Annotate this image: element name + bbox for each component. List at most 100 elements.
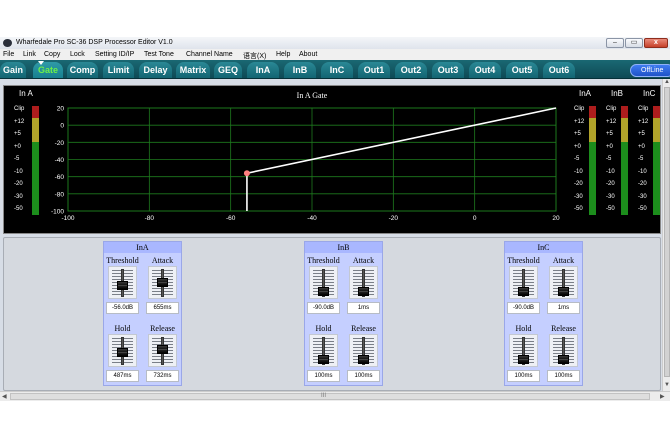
app-logo-icon [3, 39, 12, 47]
horizontal-scrollbar[interactable]: ◀ III ▶ [0, 391, 670, 401]
ina-scale-label: Clip [574, 106, 585, 112]
threshold-value-field[interactable]: -90.0dB [507, 302, 540, 314]
attack-value-field[interactable]: 655ms [146, 302, 179, 314]
menu-copy[interactable]: Copy [44, 51, 60, 58]
attack-fader[interactable] [349, 266, 378, 299]
threshold-fader-knob[interactable] [518, 287, 529, 296]
tab-inc[interactable]: InC [321, 62, 353, 78]
inc-scale-label: -5 [638, 156, 644, 162]
threshold-value-field[interactable]: -56.0dB [106, 302, 139, 314]
inb-scale-label: +12 [606, 118, 617, 125]
scroll-right-icon[interactable]: ▶ [660, 393, 665, 400]
scroll-down-icon[interactable]: ▼ [664, 382, 670, 388]
release-fader-knob[interactable] [558, 354, 569, 364]
hold-value-field[interactable]: 100ms [507, 370, 540, 382]
tab-out4[interactable]: Out4 [469, 62, 501, 78]
horizontal-scroll-thumb[interactable]: III [10, 393, 650, 400]
tab-gain[interactable]: Gain [0, 62, 26, 78]
tab-delay[interactable]: Delay [139, 62, 172, 78]
release-value-field[interactable]: 732ms [146, 370, 179, 382]
gate-graph-panel: In A Clip +12 +5 +0 -5 -10 -20 -30 -50 In A Gate… [3, 85, 661, 234]
maximize-button[interactable]: ▭ [625, 38, 643, 48]
x-tick-label: -80 [145, 215, 155, 222]
release-value-field[interactable]: 100ms [547, 370, 580, 382]
hold-fader[interactable] [108, 334, 137, 367]
close-button[interactable]: x [644, 38, 668, 48]
threshold-label: Threshold [106, 256, 139, 265]
threshold-fader[interactable] [108, 266, 137, 299]
ina-scale-label: -50 [574, 206, 583, 212]
attack-fader[interactable] [549, 266, 578, 299]
inb-scale-label: -50 [606, 206, 615, 212]
menu-lock[interactable]: Lock [70, 51, 85, 58]
release-value-field[interactable]: 100ms [347, 370, 380, 382]
release-fader-knob[interactable] [157, 345, 168, 354]
inb-meter-segment [621, 106, 628, 118]
tab-ina[interactable]: InA [247, 62, 279, 78]
vertical-scrollbar[interactable]: ▲ ▼ [662, 79, 670, 391]
window-title: Wharfedale Pro SC-36 DSP Processor Edito… [16, 39, 173, 46]
tab-out6[interactable]: Out6 [543, 62, 575, 78]
ina-meter-segment [589, 106, 596, 118]
ina-scale-label: +12 [574, 118, 585, 125]
minimize-button[interactable]: – [606, 38, 624, 48]
release-fader[interactable] [349, 334, 378, 367]
menu-test-tone[interactable]: Test Tone [144, 51, 174, 58]
tab-out3[interactable]: Out3 [432, 62, 464, 78]
release-fader-knob[interactable] [358, 354, 369, 364]
threshold-fader-knob[interactable] [117, 281, 128, 290]
tab-out2[interactable]: Out2 [395, 62, 427, 78]
inc-scale-label: -10 [638, 168, 647, 175]
tab-out5[interactable]: Out5 [506, 62, 538, 78]
attack-fader[interactable] [148, 266, 177, 299]
menu-setting-id-ip[interactable]: Setting ID/IP [95, 51, 134, 58]
tab-limit[interactable]: Limit [103, 62, 134, 78]
level-meter-ina [589, 106, 596, 215]
ina-meter-segment [589, 142, 596, 215]
tab-inb[interactable]: InB [284, 62, 316, 78]
threshold-fader[interactable] [309, 266, 338, 299]
hold-fader-knob[interactable] [318, 354, 329, 364]
attack-fader-knob[interactable] [358, 287, 369, 297]
hold-fader-knob[interactable] [518, 354, 529, 364]
threshold-value-field[interactable]: -90.0dB [307, 302, 340, 314]
menu-link[interactable]: Link [23, 51, 36, 58]
menu-bar: File Link Copy Lock Setting ID/IP Test T… [0, 49, 670, 60]
threshold-fader[interactable] [509, 266, 538, 299]
tab-matrix[interactable]: Matrix [176, 62, 210, 78]
menu-help[interactable]: Help [276, 51, 290, 58]
scroll-left-icon[interactable]: ◀ [2, 393, 7, 400]
tab-geq[interactable]: GEQ [214, 62, 242, 78]
threshold-fader-knob[interactable] [318, 287, 329, 296]
menu-file[interactable]: File [3, 51, 14, 58]
release-fader[interactable] [549, 334, 578, 367]
attack-value-field[interactable]: 1ms [347, 302, 380, 314]
hold-value-field[interactable]: 100ms [307, 370, 340, 382]
release-label: Release [351, 324, 376, 333]
scroll-up-icon[interactable]: ▲ [664, 79, 670, 85]
hold-fader-knob[interactable] [117, 348, 128, 357]
ina-scale-label: -20 [574, 181, 583, 187]
tab-comp[interactable]: Comp [67, 62, 98, 78]
menu-channel-name[interactable]: Channel Name [186, 51, 233, 58]
hold-value-field[interactable]: 487ms [106, 370, 139, 382]
menu-about[interactable]: About [299, 51, 317, 58]
level-meter-inb [621, 106, 628, 215]
attack-value-field[interactable]: 1ms [547, 302, 580, 314]
offline-button[interactable]: OffLine [630, 64, 670, 77]
tab-out1[interactable]: Out1 [358, 62, 390, 78]
gate-curve-plot[interactable]: In A Gate -100 -80 -60 -40 -20 0 20 20 0 -20 -40 -60… [4, 86, 662, 235]
y-tick-label: -80 [55, 191, 65, 198]
release-fader[interactable] [148, 334, 177, 367]
hold-control: Hold 100ms [305, 322, 342, 384]
vertical-scroll-thumb[interactable] [664, 87, 670, 377]
inb-meter-segment [621, 118, 628, 142]
active-tab-marker-icon [38, 61, 44, 65]
ina-scale-label: +0 [574, 143, 581, 150]
threshold-handle[interactable] [243, 170, 250, 177]
hold-fader[interactable] [509, 334, 538, 367]
attack-fader-knob[interactable] [558, 287, 569, 297]
threshold-control: Threshold -90.0dB [505, 254, 542, 316]
attack-fader-knob[interactable] [157, 278, 168, 287]
hold-fader[interactable] [309, 334, 338, 367]
